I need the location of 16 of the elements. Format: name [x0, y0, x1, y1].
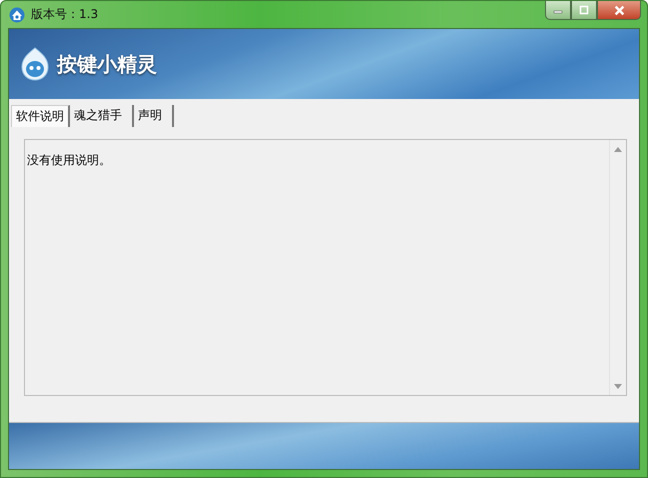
tab[interactable]: 声明 [134, 105, 174, 127]
tab[interactable]: 魂之猎手 [70, 105, 134, 127]
text-area[interactable]: 没有使用说明。 [24, 139, 627, 396]
description-text: 没有使用说明。 [27, 153, 111, 167]
mascot-logo-icon [19, 47, 51, 81]
maximize-button[interactable] [571, 1, 597, 20]
close-button[interactable] [597, 1, 641, 20]
scroll-up-arrow-icon[interactable] [614, 147, 622, 152]
app-house-icon [9, 6, 25, 22]
window-title: 版本号：1.3 [31, 6, 98, 23]
close-icon [614, 4, 624, 16]
app-name: 按键小精灵 [57, 50, 157, 78]
maximize-icon [579, 5, 589, 15]
scroll-down-arrow-icon[interactable] [614, 384, 622, 389]
minimize-button[interactable] [545, 1, 571, 20]
tab[interactable]: 软件说明 [11, 105, 70, 127]
